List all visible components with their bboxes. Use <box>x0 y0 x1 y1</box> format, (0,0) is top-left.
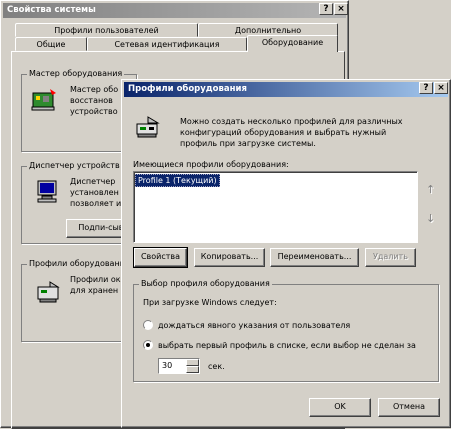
boot-behavior-label: При загрузке Windows следует: <box>143 298 277 307</box>
profile-selection-group: Выбор профиля оборудования При загрузке … <box>133 279 439 382</box>
profiles-list-label: Имеющиеся профили оборудования: <box>133 160 289 169</box>
hardware-wizard-line-2: восстанов <box>70 96 113 105</box>
cancel-label: Отмена <box>392 402 426 411</box>
dialog-description-line-2: конфигураций оборудования и выбрать нужн… <box>180 128 387 137</box>
move-down-icon[interactable]: ↓ <box>426 213 435 224</box>
timeout-seconds-input[interactable]: 30 <box>158 358 200 374</box>
ok-label: OK <box>334 402 346 411</box>
hardware-profiles-titlebar[interactable]: Профили оборудования <box>124 82 448 97</box>
profiles-list[interactable]: Profile 1 (Текущий) <box>133 171 418 243</box>
device-manager-group: Диспетчер устройств Диспетчер установлен… <box>21 161 146 244</box>
move-up-icon[interactable]: ↑ <box>426 184 435 195</box>
hardware-profile-icon <box>37 281 60 303</box>
device-manager-line-2: установлен <box>70 188 119 197</box>
dialog-description-line-1: Можно создать несколько профилей для раз… <box>180 117 403 126</box>
rename-button[interactable]: Переименовать... <box>270 248 359 267</box>
properties-label: Свойства <box>140 252 181 261</box>
tab-advanced-label: Дополнительно <box>234 26 302 35</box>
device-manager-line-3: позволяет и <box>70 199 122 208</box>
copy-label: Копировать... <box>200 252 259 261</box>
tab-network-id-label: Сетевая идентификация <box>114 40 220 49</box>
delete-button[interactable]: Удалить <box>365 248 416 267</box>
hardware-wizard-group-title: Мастер оборудования <box>27 69 125 78</box>
radio-first-profile[interactable] <box>143 340 153 350</box>
dialog-help-button[interactable]: ? <box>419 82 433 94</box>
radio-wait-user-label: дождаться явного указания от пользовател… <box>158 321 351 330</box>
dialog-description-line-3: профиль при загрузке системы. <box>180 139 316 148</box>
device-manager-line-1: Диспетчер <box>70 177 116 186</box>
copy-button[interactable]: Копировать... <box>194 248 265 267</box>
delete-label: Удалить <box>373 252 408 261</box>
hardware-profiles-group-title: Профили оборудования <box>27 259 132 268</box>
hardware-profiles-line-1: Профили ок <box>70 275 121 284</box>
radio-first-profile-label: выбрать первый профиль в списке, если вы… <box>158 341 416 350</box>
hardware-profiles-title: Профили оборудования <box>128 84 247 94</box>
hardware-wizard-line-1: Мастер обо <box>70 85 119 94</box>
ok-button[interactable]: OK <box>309 398 371 417</box>
radio-wait-user[interactable] <box>143 320 153 330</box>
close-button[interactable]: × <box>334 3 348 15</box>
hardware-profiles-group: Профили оборудования Профили ок для хран… <box>21 259 137 342</box>
system-properties-title: Свойства системы <box>7 5 96 15</box>
list-item[interactable]: Profile 1 (Текущий) <box>135 174 220 187</box>
tab-user-profiles-label: Профили пользователей <box>54 26 159 35</box>
tab-user-profiles[interactable]: Профили пользователей <box>15 23 198 37</box>
tab-general-label: Общие <box>36 40 66 49</box>
tab-network-id[interactable]: Сетевая идентификация <box>87 37 247 51</box>
hardware-profiles-dialog: Профили оборудования ? × Можно создать н… <box>121 79 451 428</box>
spin-down-button[interactable] <box>186 366 199 373</box>
help-button[interactable]: ? <box>319 3 333 15</box>
hardware-profiles-line-2: для хранен <box>70 286 119 295</box>
rename-label: Переименовать... <box>277 252 352 261</box>
seconds-label: сек. <box>208 362 225 371</box>
profile-selection-group-title: Выбор профиля оборудования <box>139 279 272 288</box>
timeout-seconds-value: 30 <box>162 361 173 370</box>
hardware-profile-icon <box>136 116 160 138</box>
properties-button[interactable]: Свойства <box>133 247 188 268</box>
tab-hardware-label: Оборудование <box>261 38 324 47</box>
device-manager-group-title: Диспетчер устройств <box>27 161 122 170</box>
hardware-wizard-icon <box>31 89 56 111</box>
hardware-wizard-group: Мастер оборудования Мастер обо восстанов… <box>21 69 137 152</box>
hardware-wizard-line-3: устройство <box>70 107 118 116</box>
system-properties-titlebar[interactable]: Свойства системы <box>3 3 346 18</box>
tab-general[interactable]: Общие <box>15 37 87 51</box>
spin-up-button[interactable] <box>186 359 199 366</box>
cancel-button[interactable]: Отмена <box>378 398 440 417</box>
tab-hardware[interactable]: Оборудование <box>247 35 338 52</box>
computer-icon <box>37 180 57 203</box>
dialog-close-button[interactable]: × <box>434 82 448 94</box>
